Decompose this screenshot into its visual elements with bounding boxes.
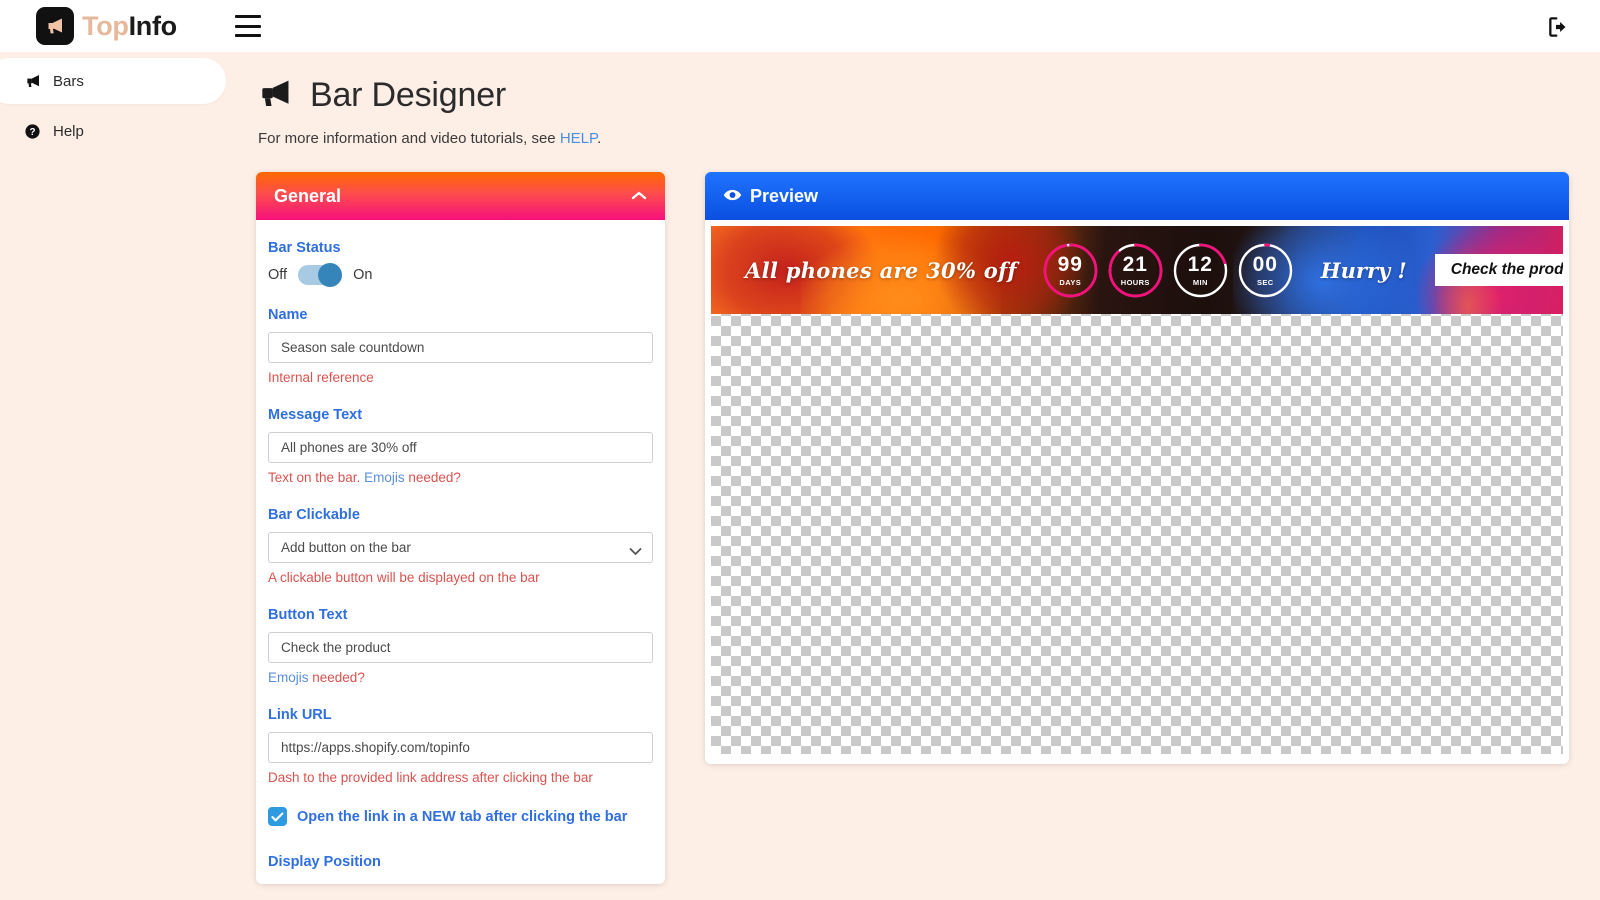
sidebar-item-label: Help bbox=[53, 122, 84, 140]
counter-value: 00 bbox=[1252, 252, 1278, 276]
field-display-position: Display Position bbox=[268, 854, 653, 870]
field-hint: Internal reference bbox=[268, 370, 374, 385]
counter-unit: DAYS bbox=[1059, 277, 1082, 287]
field-label: Name bbox=[268, 307, 308, 323]
field-hint: A clickable button will be displayed on … bbox=[268, 570, 540, 585]
field-label: Link URL bbox=[268, 707, 332, 723]
countdown-counter: 99 DAYS bbox=[1041, 241, 1100, 300]
field-new-tab[interactable]: Open the link in a NEW tab after clickin… bbox=[268, 807, 653, 826]
megaphone-icon bbox=[36, 7, 74, 45]
megaphone-icon bbox=[24, 72, 44, 90]
main-content: Bar Designer For more information and vi… bbox=[228, 52, 1600, 900]
field-bar-clickable: Bar Clickable Add button on the bar A cl… bbox=[268, 507, 653, 585]
page-subtitle-after: . bbox=[597, 130, 602, 147]
field-label: Bar Clickable bbox=[268, 507, 360, 523]
toggle-knob bbox=[318, 263, 343, 287]
sidebar-item-bars[interactable]: Bars bbox=[0, 58, 226, 104]
field-message-text: Message Text Text on the bar. Emojis nee… bbox=[268, 407, 653, 485]
bar-status-toggle[interactable] bbox=[298, 263, 343, 287]
eye-icon bbox=[723, 186, 742, 207]
sidebar: Bars ? Help bbox=[0, 52, 228, 900]
hint-after: needed? bbox=[404, 470, 461, 485]
field-label: Bar Status bbox=[268, 240, 341, 256]
link-url-input[interactable] bbox=[268, 732, 653, 763]
general-panel-title: General bbox=[274, 185, 342, 206]
field-hint: Emojis needed? bbox=[268, 670, 653, 685]
bar-clickable-select-wrap: Add button on the bar bbox=[268, 532, 653, 563]
field-label: Display Position bbox=[268, 854, 381, 870]
promo-hurry-text: Hurry ! bbox=[1320, 257, 1407, 283]
general-panel-body: Bar Status Off On Name Internal referenc… bbox=[256, 220, 665, 870]
counter-value: 21 bbox=[1122, 252, 1148, 276]
countdown-counter: 21 HOURS bbox=[1106, 241, 1165, 300]
counter-unit: SEC bbox=[1256, 277, 1274, 287]
chevron-up-icon[interactable] bbox=[631, 189, 647, 203]
page-subtitle: For more information and video tutorials… bbox=[258, 130, 1600, 147]
question-circle-icon: ? bbox=[24, 123, 44, 140]
countdown-counters: 99 DAYS 21 HOURS 12 MIN 00 SEC bbox=[1041, 241, 1295, 300]
field-hint: Dash to the provided link address after … bbox=[268, 770, 593, 785]
content-columns: General Bar Status Off On Name Season sa… bbox=[228, 147, 1600, 884]
field-link-url: Link URL Dash to the provided link addre… bbox=[268, 707, 653, 785]
logout-icon[interactable] bbox=[1546, 14, 1572, 40]
bar-clickable-select[interactable]: Add button on the bar bbox=[268, 532, 653, 563]
field-name: Name Internal reference bbox=[268, 307, 653, 385]
counter-unit: HOURS bbox=[1120, 277, 1150, 287]
new-tab-label: Open the link in a NEW tab after clickin… bbox=[297, 808, 628, 825]
preview-stage: All phones are 30% off 99 DAYS 21 HOURS 12 MI… bbox=[711, 226, 1563, 754]
counter-value: 12 bbox=[1187, 252, 1213, 276]
counter-unit: MIN bbox=[1192, 277, 1208, 287]
promo-bar-content: All phones are 30% off 99 DAYS 21 HOURS 12 MI… bbox=[711, 241, 1563, 300]
button-text-input[interactable] bbox=[268, 632, 653, 663]
field-label: Message Text bbox=[268, 407, 363, 423]
emojis-link[interactable]: Emojis bbox=[268, 670, 309, 685]
page-header: Bar Designer For more information and vi… bbox=[228, 52, 1600, 147]
page-title-text: Bar Designer bbox=[310, 76, 507, 114]
countdown-counter: 00 SEC bbox=[1236, 241, 1295, 300]
page-title: Bar Designer bbox=[256, 74, 1600, 117]
megaphone-icon bbox=[256, 74, 294, 117]
name-input[interactable] bbox=[268, 332, 653, 363]
field-button-text: Button Text Emojis needed? bbox=[268, 607, 653, 685]
brand-text-info: Info bbox=[128, 10, 178, 41]
brand-logo[interactable]: TopInfo bbox=[36, 7, 177, 45]
promo-bar[interactable]: All phones are 30% off 99 DAYS 21 HOURS 12 MI… bbox=[711, 226, 1563, 314]
field-hint: Text on the bar. Emojis needed? bbox=[268, 470, 653, 485]
brand-text-top: Top bbox=[82, 10, 129, 41]
sidebar-item-help[interactable]: ? Help bbox=[0, 108, 226, 154]
field-label: Button Text bbox=[268, 607, 348, 623]
brand-text: TopInfo bbox=[82, 10, 178, 41]
counter-value: 99 bbox=[1057, 252, 1083, 276]
message-text-input[interactable] bbox=[268, 432, 653, 463]
promo-cta-button[interactable]: Check the product bbox=[1434, 254, 1563, 286]
checkmark-icon[interactable] bbox=[268, 807, 287, 826]
toggle-off-label: Off bbox=[268, 267, 288, 283]
preview-panel-title: Preview bbox=[750, 185, 819, 206]
help-link[interactable]: HELP bbox=[560, 130, 597, 147]
top-bar: TopInfo bbox=[0, 0, 1600, 52]
hint-before: Text on the bar. bbox=[268, 470, 365, 485]
promo-message: All phones are 30% off bbox=[745, 257, 1017, 283]
bar-status-toggle-row: Off On bbox=[268, 263, 653, 287]
field-bar-status: Bar Status Off On bbox=[268, 240, 653, 287]
hint-after: needed? bbox=[308, 670, 365, 685]
sidebar-item-label: Bars bbox=[53, 72, 84, 90]
preview-panel: Preview All phones are 30% off 99 DAYS 21 H… bbox=[705, 172, 1569, 764]
toggle-on-label: On bbox=[353, 267, 373, 283]
general-panel: General Bar Status Off On Name Season sa… bbox=[256, 172, 665, 884]
preview-panel-header: Preview bbox=[705, 172, 1569, 220]
emojis-link[interactable]: Emojis bbox=[364, 470, 405, 485]
general-panel-header[interactable]: General bbox=[256, 172, 665, 220]
svg-text:?: ? bbox=[29, 127, 35, 138]
page-subtitle-before: For more information and video tutorials… bbox=[258, 130, 560, 147]
countdown-counter: 12 MIN bbox=[1171, 241, 1230, 300]
hamburger-icon[interactable] bbox=[234, 15, 261, 37]
